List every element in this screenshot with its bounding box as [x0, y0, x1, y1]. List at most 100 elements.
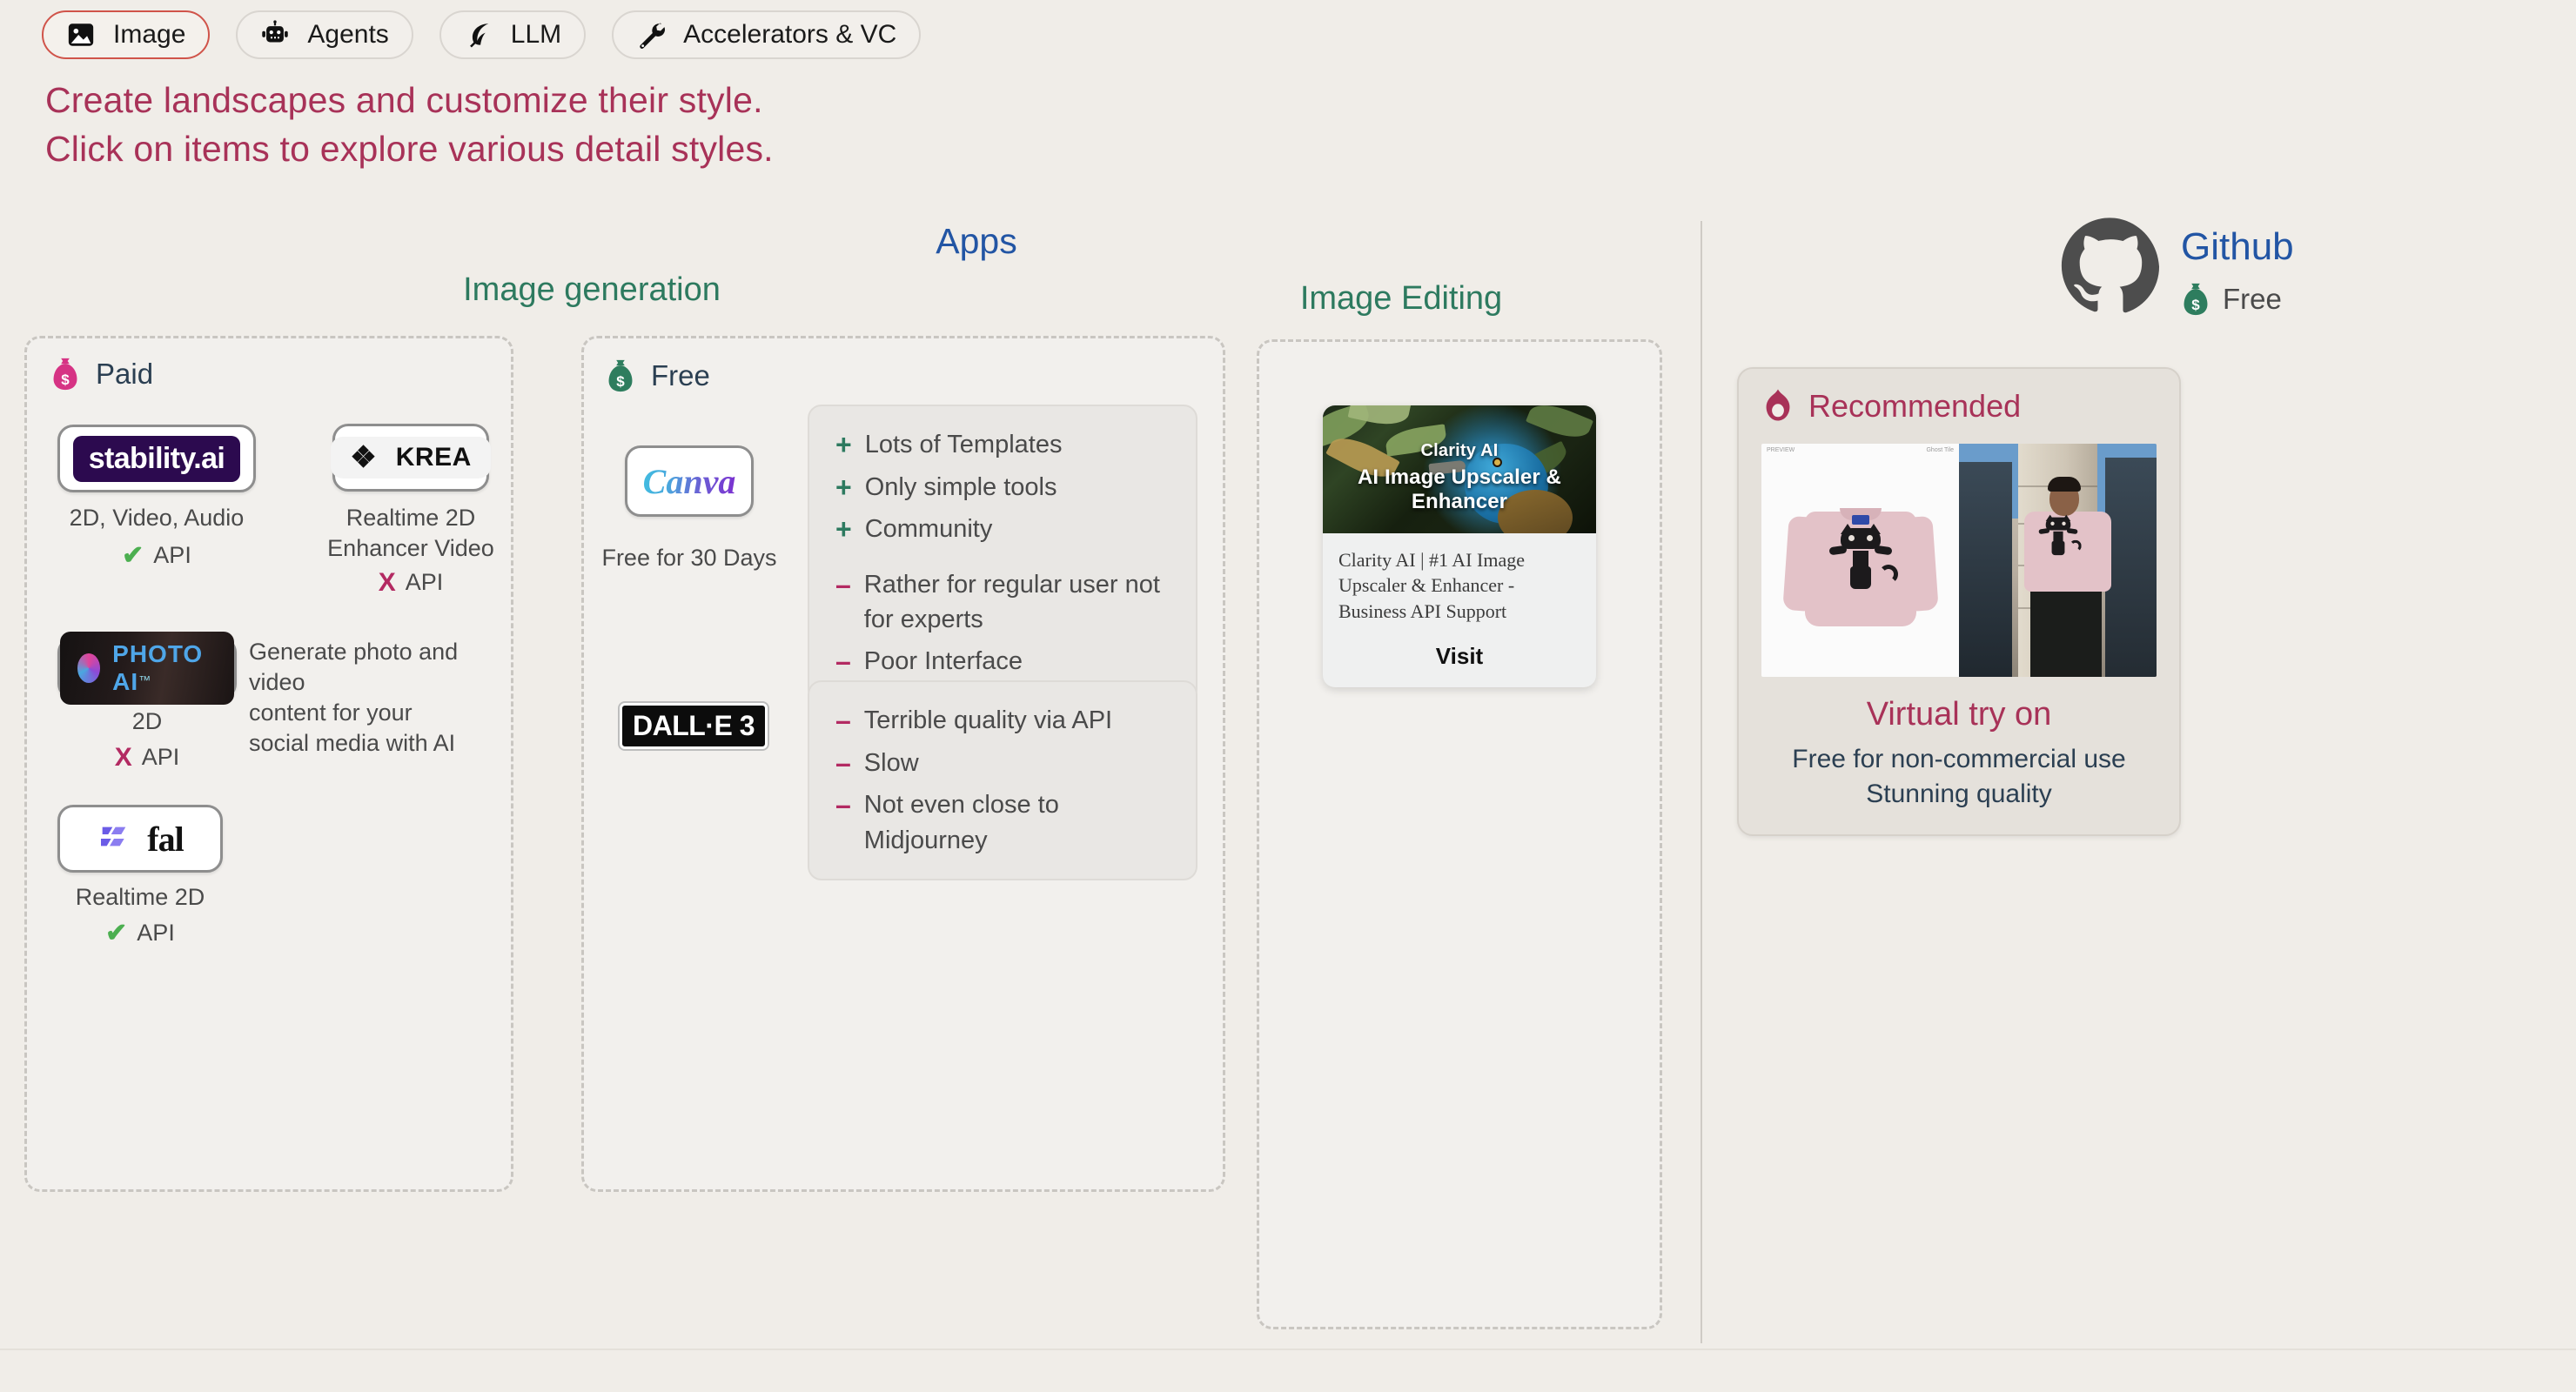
canva-con-1: – Poor Interface [835, 644, 1170, 680]
canva-con-1-label: Poor Interface [863, 646, 1023, 675]
photo-ai-tm: ™ [138, 673, 151, 687]
sweater-graphic [1781, 499, 1939, 630]
cross-icon: X [114, 742, 132, 772]
dalle-con-1-label: Slow [863, 748, 919, 777]
app-root: Image Agents LLM Accelerators & VC Creat… [0, 0, 2576, 1392]
clarity-ai-overlay-title: Clarity AI [1420, 441, 1499, 460]
check-icon: ✔ [122, 540, 144, 570]
logo-chip-fal[interactable]: fal [57, 805, 223, 873]
check-icon: ✔ [105, 918, 128, 947]
photo-ai-api-label: API [141, 744, 180, 771]
clarity-ai-description: Clarity AI | #1 AI Image Upscaler & Enha… [1338, 549, 1525, 622]
headline-line-2: Click on items to explore various detail… [45, 128, 774, 169]
krea-caption-line-2: Enhancer Video [327, 535, 494, 562]
plus-icon: + [835, 513, 852, 545]
clarity-ai-hero-image: Clarity AI AI Image Upscaler & Enhancer [1323, 405, 1596, 533]
photo-ai-caption-text: 2D [131, 708, 163, 734]
tab-llm[interactable]: LLM [439, 10, 587, 59]
stability-ai-api-label: API [153, 542, 191, 569]
fal-logo: fal [97, 819, 184, 860]
github-price-row: $ Free [2181, 282, 2294, 317]
stability-ai-caption: 2D, Video, Audio ✔ API [40, 503, 273, 571]
stability-ai-caption-text: 2D, Video, Audio [69, 505, 245, 531]
fal-api-label: API [137, 920, 175, 947]
recommended-title: Virtual try on [1866, 696, 2052, 733]
photo-ai-logo: PHOTO AI™ [60, 632, 234, 705]
logo-chip-krea[interactable]: ❖ KREA [331, 424, 491, 492]
canva-pro-0: + Lots of Templates [835, 427, 1170, 464]
image-icon [66, 20, 96, 50]
minus-icon: – [835, 705, 851, 736]
photo-ai-caption: 2D X API [54, 706, 240, 773]
vertical-divider [1701, 221, 1702, 1343]
logo-chip-canva[interactable]: Canva [625, 445, 754, 517]
canva-feature-panel: + Lots of Templates + Only simple tools … [808, 405, 1197, 703]
plus-icon: + [835, 429, 852, 460]
krea-caption: Realtime 2D Enhancer Video X API [319, 503, 503, 598]
dalle-3-feature-panel: – Terrible quality via API – Slow – Not … [808, 680, 1197, 881]
krea-caption-line-1: Realtime 2D [345, 505, 476, 531]
image-editing-title: Image Editing [1299, 280, 1503, 317]
money-bag-icon: $ [608, 359, 633, 392]
krea-api-row: X API [319, 567, 503, 598]
dalle-con-0-label: Terrible quality via API [863, 706, 1113, 734]
dalle-con-1: – Slow [835, 746, 1170, 782]
photo-ai-api-row: X API [54, 742, 240, 773]
preview-product-image: PREVIEW Ghost Tile [1761, 444, 1959, 677]
recommended-subtitle-line-1: Free for non-commercial use [1792, 745, 2126, 773]
fal-caption: Realtime 2D ✔ API [42, 882, 238, 948]
logo-chip-dalle-3[interactable]: DALL·E 3 [620, 703, 768, 749]
category-tabbar: Image Agents LLM Accelerators & VC [42, 10, 922, 59]
photo-ai-description: Generate photo and video content for you… [249, 637, 489, 759]
robot-icon [260, 20, 290, 50]
preview-label-right: Ghost Tile [1926, 447, 1954, 453]
recommended-subtitle: Free for non-commercial use Stunning qua… [1761, 742, 2157, 812]
github-section[interactable]: Github $ Free [2059, 216, 2294, 317]
canva-logo-text: Canva [642, 461, 736, 501]
fal-api-row: ✔ API [42, 918, 238, 948]
flame-icon [1766, 389, 1790, 421]
krea-api-label: API [405, 569, 444, 596]
recommended-card[interactable]: Recommended PREVIEW Ghost Tile Virtual t… [1737, 367, 2181, 837]
clarity-ai-card[interactable]: Clarity AI AI Image Upscaler & Enhancer … [1323, 405, 1596, 687]
github-text-block: Github $ Free [2181, 216, 2294, 317]
logo-chip-photo-ai[interactable]: PHOTO AI™ [57, 632, 237, 705]
free-column-tag: $ Free [606, 358, 710, 393]
recommended-subtitle-line-2: Stunning quality [1866, 780, 2052, 809]
tab-image-label: Image [113, 20, 186, 49]
money-bag-icon: $ [53, 358, 77, 391]
wrench-icon [636, 20, 666, 50]
svg-text:$: $ [2191, 297, 2200, 313]
dalle-con-2: – Not even close to Midjourney [835, 787, 1170, 858]
photo-ai-logo-text: PHOTO AI [112, 640, 204, 695]
tab-accelerators-vc[interactable]: Accelerators & VC [612, 10, 922, 59]
stability-ai-logo-text: stability.ai [88, 441, 225, 475]
image-generation-title: Image generation [463, 271, 721, 308]
free-column-tag-label: Free [651, 359, 710, 392]
preview-header-row: PREVIEW Ghost Tile [1761, 444, 1959, 459]
tab-agents-label: Agents [307, 20, 389, 49]
cat-print-icon [2037, 514, 2082, 557]
tab-agents[interactable]: Agents [236, 10, 413, 59]
clarity-ai-visit-button[interactable]: Visit [1338, 643, 1580, 670]
stability-ai-api-row: ✔ API [40, 540, 273, 571]
cat-print-icon [1828, 524, 1898, 591]
preview-label-left: PREVIEW [1767, 447, 1795, 453]
photo-ai-description-line-3: social media with AI [249, 730, 456, 757]
fal-glyph-icon [97, 821, 131, 856]
github-icon [2061, 218, 2160, 313]
apps-section-title: Apps [936, 221, 1017, 261]
tab-llm-label: LLM [510, 20, 562, 49]
logo-chip-stability-ai[interactable]: stability.ai [57, 425, 256, 492]
clarity-ai-overlay-subtitle: AI Image Upscaler & Enhancer [1358, 465, 1561, 513]
clarity-ai-hero-overlay: Clarity AI AI Image Upscaler & Enhancer [1323, 441, 1596, 514]
krea-logo: ❖ KREA [331, 437, 491, 478]
fal-caption-text: Realtime 2D [75, 884, 205, 910]
canva-pro-2: + Community [835, 512, 1170, 548]
minus-icon: – [835, 645, 851, 677]
photo-ai-description-line-1: Generate photo and video [249, 639, 459, 696]
dalle-con-0: – Terrible quality via API [835, 703, 1170, 740]
stability-ai-logo: stability.ai [72, 435, 241, 482]
tab-image[interactable]: Image [42, 10, 211, 59]
canva-pro-0-label: Lots of Templates [864, 431, 1063, 458]
